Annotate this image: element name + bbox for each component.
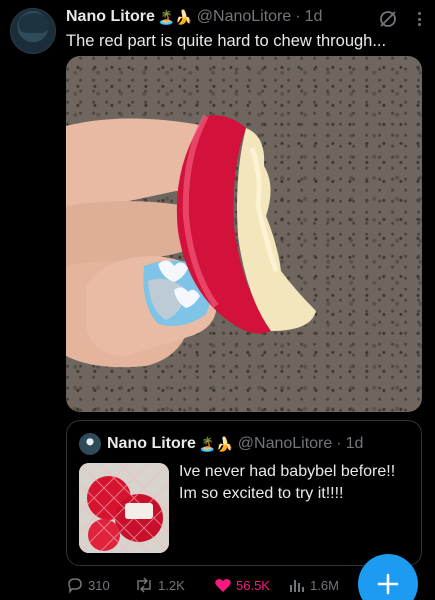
quoted-author-name: Nano Litore — [107, 435, 196, 452]
repost-icon — [137, 577, 151, 593]
repost-count: 1.2K — [158, 577, 185, 593]
tweet-time[interactable]: 1d — [305, 8, 323, 26]
author-avatar[interactable] — [10, 8, 56, 54]
reply-icon — [68, 578, 82, 594]
view-count: 1.6M — [310, 577, 339, 593]
grok-icon[interactable] — [377, 8, 399, 30]
author-handle[interactable]: @NanoLitore — [197, 8, 292, 26]
like-count: 56.5K — [236, 577, 270, 593]
views-button[interactable]: 1.6M — [288, 577, 358, 593]
quoted-tweet-time: 1d — [345, 435, 364, 452]
author-name[interactable]: Nano Litore — [66, 8, 155, 26]
reply-count: 310 — [88, 577, 110, 593]
quoted-tweet-thumbnail[interactable] — [79, 463, 169, 553]
quoted-author-emojis: 🏝️🍌 — [198, 435, 234, 452]
action-bar: 310 1.2K 56.5K 1.6M — [66, 574, 366, 596]
tweet-image[interactable] — [66, 56, 422, 412]
quoted-tweet-header: Nano Litore 🏝️🍌 @NanoLitore · 1d — [107, 433, 363, 455]
heart-icon — [215, 578, 231, 592]
quoted-tweet[interactable]: Nano Litore 🏝️🍌 @NanoLitore · 1d Ive nev… — [66, 420, 422, 566]
quoted-author-avatar — [79, 433, 101, 455]
reply-button[interactable]: 310 — [66, 576, 134, 594]
quoted-author-handle: @NanoLitore — [237, 435, 333, 452]
plus-icon — [377, 573, 399, 595]
tweet-header: Nano Litore 🏝️🍌 @NanoLitore · 1d — [66, 6, 427, 28]
like-button[interactable]: 56.5K — [214, 577, 288, 593]
repost-button[interactable]: 1.2K — [134, 576, 214, 594]
tweet-text: The red part is quite hard to chew throu… — [66, 32, 387, 50]
dot-separator: · — [295, 8, 301, 25]
quoted-tweet-text: Ive never had babybel before!! Im so exc… — [179, 463, 396, 502]
author-emojis: 🏝️🍌 — [157, 8, 193, 25]
views-icon — [290, 580, 304, 592]
quoted-dot-separator: · — [336, 435, 342, 452]
more-icon[interactable] — [411, 10, 427, 28]
